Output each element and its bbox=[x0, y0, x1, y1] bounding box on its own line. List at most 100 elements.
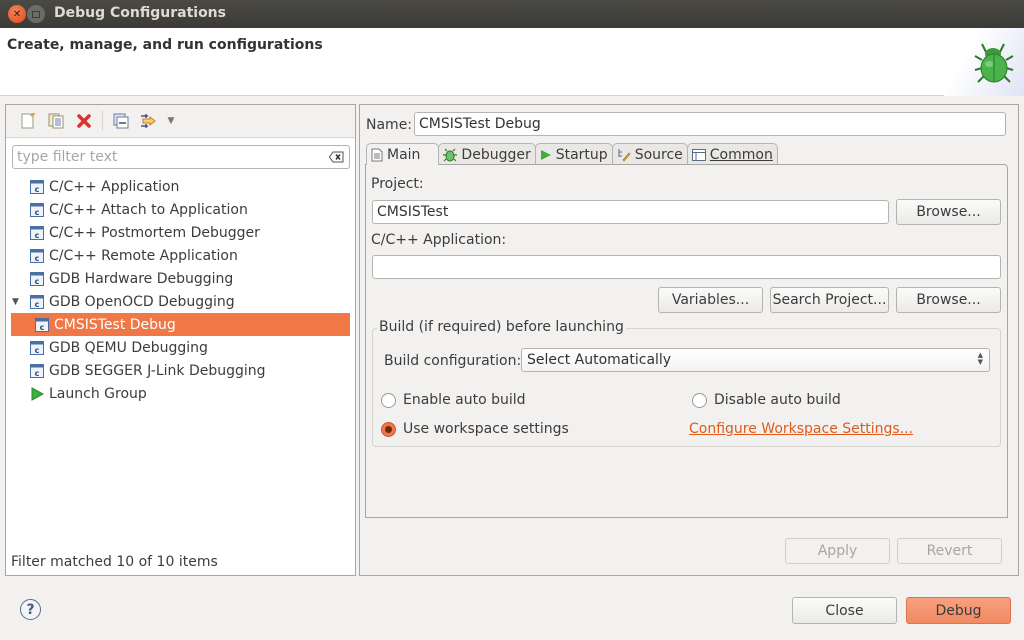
tree-item-cpp-remote[interactable]: c C/C++ Remote Application bbox=[6, 244, 355, 267]
enable-auto-build-radio[interactable]: Enable auto build bbox=[381, 392, 526, 408]
application-label: C/C++ Application: bbox=[371, 232, 507, 248]
application-browse-button[interactable]: Browse... bbox=[896, 287, 1001, 313]
clear-filter-icon[interactable] bbox=[329, 151, 344, 163]
bug-icon bbox=[974, 43, 1014, 83]
delete-button[interactable] bbox=[70, 109, 98, 133]
duplicate-button[interactable] bbox=[42, 109, 70, 133]
radio-indicator bbox=[692, 392, 707, 408]
configure-workspace-settings-link[interactable]: Configure Workspace Settings... bbox=[689, 421, 913, 437]
tree-item-label: C/C++ Application bbox=[49, 178, 180, 195]
new-configuration-button[interactable] bbox=[14, 109, 42, 133]
svg-text:c: c bbox=[35, 254, 40, 263]
build-configuration-value: Select Automatically bbox=[527, 352, 672, 368]
build-configuration-label: Build configuration: bbox=[384, 353, 522, 369]
project-label: Project: bbox=[371, 176, 424, 192]
new-configuration-icon bbox=[21, 113, 35, 129]
svg-text:c: c bbox=[35, 277, 40, 286]
application-input[interactable] bbox=[372, 255, 1001, 279]
filter-status: Filter matched 10 of 10 items bbox=[11, 554, 218, 570]
build-configuration-select[interactable]: Select Automatically ▲ ▼ bbox=[521, 348, 990, 372]
tab-label: Common bbox=[709, 146, 773, 163]
tab-source[interactable]: Source bbox=[611, 143, 688, 165]
tree-item-cpp-application[interactable]: c C/C++ Application bbox=[6, 175, 355, 198]
tree-item-cmsistest-debug[interactable]: c CMSISTest Debug bbox=[11, 313, 350, 336]
tree-item-label: GDB OpenOCD Debugging bbox=[49, 293, 235, 310]
tab-label: Source bbox=[634, 146, 683, 163]
toolbar-separator bbox=[102, 111, 103, 131]
tree-item-label: GDB Hardware Debugging bbox=[49, 270, 234, 287]
c-config-icon: c bbox=[30, 248, 44, 263]
close-icon: ✕ bbox=[12, 8, 22, 20]
project-browse-button[interactable]: Browse... bbox=[896, 199, 1001, 225]
spinner-arrows-icon: ▲ ▼ bbox=[977, 351, 983, 366]
window-close-button[interactable]: ✕ bbox=[8, 5, 26, 23]
build-group: Build (if required) before launching Bui… bbox=[372, 319, 1001, 447]
window-maximize-button[interactable] bbox=[27, 5, 45, 23]
tab-bar: Main Debugger Startup Source Common bbox=[366, 143, 778, 165]
debug-button[interactable]: Debug bbox=[906, 597, 1011, 624]
build-group-title: Build (if required) before launching bbox=[377, 319, 626, 335]
startup-tab-icon bbox=[540, 149, 551, 160]
project-input[interactable]: CMSISTest bbox=[372, 200, 889, 224]
tab-startup[interactable]: Startup bbox=[534, 143, 613, 165]
collapse-all-button[interactable] bbox=[107, 109, 135, 133]
variables-button[interactable]: Variables... bbox=[658, 287, 763, 313]
configuration-editor-panel: Name: CMSISTest Debug Main Debugger Star… bbox=[359, 104, 1019, 576]
tree-item-label: CMSISTest Debug bbox=[54, 316, 176, 333]
tree-item-label: C/C++ Attach to Application bbox=[49, 201, 248, 218]
svg-text:c: c bbox=[35, 231, 40, 240]
use-workspace-settings-radio[interactable]: Use workspace settings bbox=[381, 421, 569, 437]
search-project-button[interactable]: Search Project... bbox=[770, 287, 889, 313]
tab-debugger[interactable]: Debugger bbox=[438, 143, 536, 165]
launch-group-icon bbox=[30, 386, 44, 401]
tab-main[interactable]: Main bbox=[366, 143, 440, 165]
filter-button[interactable] bbox=[135, 109, 163, 133]
window-title: Debug Configurations bbox=[54, 5, 226, 21]
close-button[interactable]: Close bbox=[792, 597, 897, 624]
tree-item-gdb-segger[interactable]: c GDB SEGGER J-Link Debugging bbox=[6, 359, 355, 382]
svg-text:c: c bbox=[35, 300, 40, 309]
revert-button[interactable]: Revert bbox=[897, 538, 1002, 564]
svg-text:c: c bbox=[35, 346, 40, 355]
tree-item-gdb-openocd[interactable]: ▼ c GDB OpenOCD Debugging bbox=[6, 290, 355, 313]
collapse-all-icon bbox=[113, 113, 129, 129]
title-bar: ✕ Debug Configurations bbox=[0, 0, 1024, 28]
c-config-icon: c bbox=[30, 363, 44, 378]
banner-heading: Create, manage, and run configurations bbox=[7, 37, 323, 53]
name-label: Name: bbox=[366, 117, 413, 133]
c-config-icon: c bbox=[30, 271, 44, 286]
common-tab-icon bbox=[691, 148, 706, 161]
c-config-icon: c bbox=[35, 317, 49, 332]
apply-button[interactable]: Apply bbox=[785, 538, 890, 564]
tree-item-gdb-hardware[interactable]: c GDB Hardware Debugging bbox=[6, 267, 355, 290]
tree-item-label: Launch Group bbox=[49, 385, 147, 402]
configuration-toolbar: ▼ bbox=[6, 105, 355, 138]
tab-label: Startup bbox=[555, 146, 608, 163]
c-config-icon: c bbox=[30, 340, 44, 355]
filter-field[interactable] bbox=[12, 145, 350, 169]
configuration-list-panel: ▼ c C/C++ Application c C/C++ Attach to … bbox=[5, 104, 356, 576]
main-tab-icon bbox=[371, 148, 383, 161]
tree-item-label: C/C++ Remote Application bbox=[49, 247, 238, 264]
help-button[interactable]: ? bbox=[20, 599, 41, 620]
source-tab-icon bbox=[618, 148, 631, 161]
debugger-tab-icon bbox=[443, 148, 458, 161]
svg-text:c: c bbox=[35, 185, 40, 194]
banner-image bbox=[944, 28, 1024, 96]
tree-item-gdb-qemu[interactable]: c GDB QEMU Debugging bbox=[6, 336, 355, 359]
disable-auto-build-radio[interactable]: Disable auto build bbox=[692, 392, 841, 408]
radio-label: Enable auto build bbox=[403, 392, 526, 408]
tree-item-cpp-attach[interactable]: c C/C++ Attach to Application bbox=[6, 198, 355, 221]
help-icon: ? bbox=[26, 601, 35, 618]
view-menu-button[interactable]: ▼ bbox=[163, 109, 179, 133]
filter-icon bbox=[141, 114, 156, 128]
tab-common[interactable]: Common bbox=[686, 143, 778, 165]
expand-arrow-icon[interactable]: ▼ bbox=[12, 297, 22, 307]
radio-label: Disable auto build bbox=[714, 392, 841, 408]
filter-input[interactable] bbox=[13, 146, 313, 168]
tree-item-launch-group[interactable]: Launch Group bbox=[6, 382, 355, 405]
name-input[interactable]: CMSISTest Debug bbox=[414, 112, 1006, 136]
tree-item-cpp-postmortem[interactable]: c C/C++ Postmortem Debugger bbox=[6, 221, 355, 244]
main-tab-content: Project: CMSISTest Browse... C/C++ Appli… bbox=[365, 164, 1008, 518]
configuration-tree: c C/C++ Application c C/C++ Attach to Ap… bbox=[6, 175, 355, 405]
